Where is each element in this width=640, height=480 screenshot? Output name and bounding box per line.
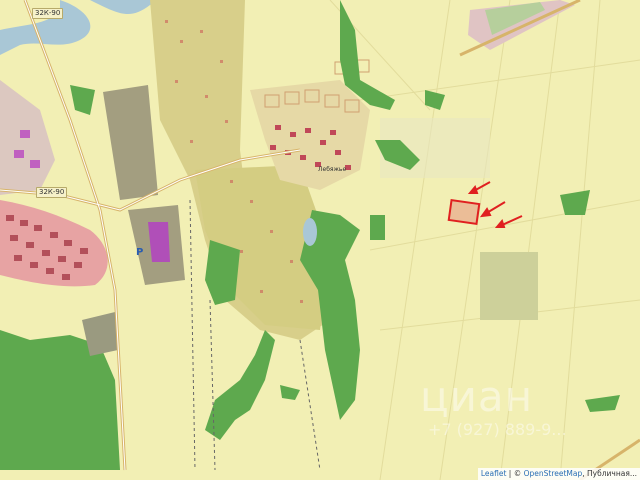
osm-link[interactable]: OpenStreetMap <box>524 469 583 478</box>
road-label: 32К-90 <box>32 8 64 19</box>
road-label: 32К-90 <box>36 187 68 198</box>
map-canvas[interactable]: 32К-90 32К-90 P Лебяжье циан +7 (927) 88… <box>0 0 640 480</box>
leaflet-link[interactable]: Leaflet <box>481 469 507 478</box>
highlighted-plot[interactable] <box>447 199 481 225</box>
watermark-phone: +7 (927) 889-9... <box>428 420 567 439</box>
attribution-separator: | © <box>506 469 524 478</box>
attribution: Leaflet | © OpenStreetMap, Публичная... <box>477 468 640 480</box>
map-layer <box>0 0 640 480</box>
attribution-suffix: , Публичная... <box>582 469 637 478</box>
watermark-brand: циан <box>420 372 534 421</box>
place-label: Лебяжье <box>318 166 347 173</box>
field-plot <box>480 252 538 320</box>
parking-icon: P <box>136 247 144 258</box>
pond <box>303 218 317 246</box>
